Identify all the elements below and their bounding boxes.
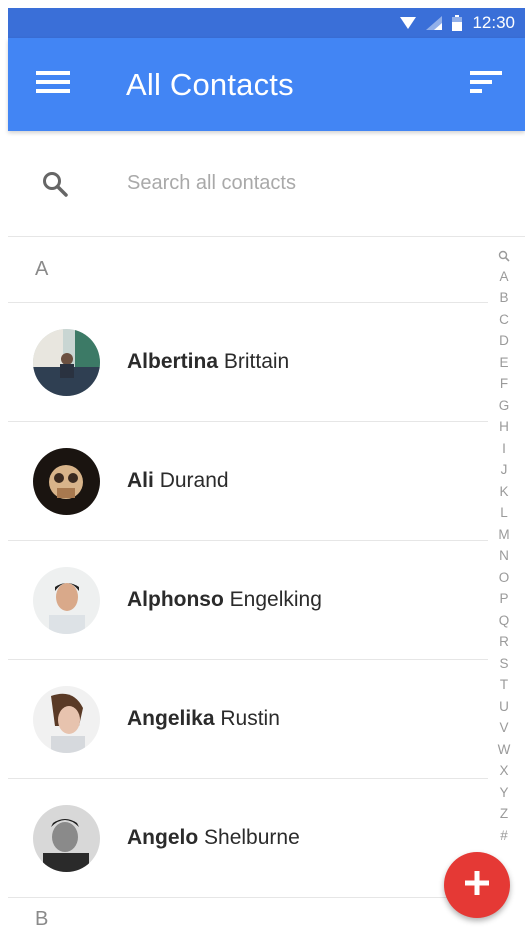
index-letter[interactable]: R [499, 631, 509, 653]
contact-first-name: Angelika [127, 707, 215, 730]
index-letter[interactable]: P [499, 588, 508, 610]
avatar [33, 804, 100, 872]
sort-button[interactable] [463, 62, 509, 108]
battery-icon [452, 15, 463, 31]
contact-row[interactable]: Albertina Brittain [8, 303, 488, 422]
contact-last-name: Rustin [220, 707, 280, 730]
index-letter[interactable]: T [500, 674, 508, 696]
cell-signal-icon [426, 16, 443, 30]
index-letter[interactable]: G [499, 395, 510, 417]
app-bar: All Contacts [8, 38, 525, 131]
search-input[interactable] [127, 172, 447, 195]
add-contact-button[interactable] [444, 852, 510, 918]
index-letter[interactable]: E [499, 352, 508, 374]
search-icon[interactable] [38, 167, 72, 201]
index-letter[interactable]: M [498, 524, 509, 546]
index-letter[interactable]: F [500, 373, 508, 395]
index-letter[interactable]: W [498, 739, 511, 761]
index-letter[interactable]: C [499, 309, 509, 331]
contact-last-name: Durand [159, 469, 229, 492]
menu-button[interactable] [30, 62, 76, 108]
sort-icon [470, 70, 502, 99]
alphabet-index: A B C D E F G H I J K L M N O P Q R S T … [490, 246, 518, 846]
contact-row[interactable]: Angelika Rustin [8, 660, 488, 779]
index-letter[interactable]: Y [499, 782, 508, 804]
avatar [33, 685, 100, 753]
contact-row[interactable]: Angelo Shelburne [8, 779, 488, 898]
contact-name: Angelo Shelburne [127, 826, 300, 850]
index-search-icon[interactable] [498, 246, 510, 266]
index-letter[interactable]: K [499, 481, 508, 503]
contact-name: Angelika Rustin [127, 707, 280, 731]
page-title: All Contacts [126, 66, 294, 102]
index-letter[interactable]: U [499, 696, 509, 718]
contact-last-name: Shelburne [204, 826, 300, 849]
status-time: 12:30 [472, 13, 515, 32]
contact-row[interactable]: Ali Durand [8, 422, 488, 541]
contact-name: Ali Durand [127, 469, 229, 493]
section-header-a: A [8, 237, 488, 303]
index-letter[interactable]: # [500, 825, 508, 847]
index-letter[interactable]: O [499, 567, 510, 589]
index-letter[interactable]: H [499, 416, 509, 438]
avatar [33, 447, 100, 515]
index-letter[interactable]: L [500, 502, 508, 524]
contact-first-name: Alphonso [127, 588, 224, 611]
contact-name: Albertina Brittain [127, 350, 289, 374]
contact-row[interactable]: Alphonso Engelking [8, 541, 488, 660]
contact-last-name: Brittain [223, 350, 290, 373]
index-letter[interactable]: V [499, 717, 508, 739]
index-letter[interactable]: D [499, 330, 509, 352]
contact-first-name: Albertina [127, 350, 219, 373]
index-letter[interactable]: Q [499, 610, 510, 632]
index-letter[interactable]: X [499, 760, 508, 782]
index-letter[interactable]: Z [500, 803, 508, 825]
index-letter[interactable]: B [499, 287, 508, 309]
contact-first-name: Ali [127, 469, 154, 492]
wifi-icon [400, 16, 417, 30]
status-bar: 12:30 [8, 8, 525, 38]
contact-name: Alphonso Engelking [127, 588, 322, 612]
contact-first-name: Angelo [127, 826, 199, 849]
index-letter[interactable]: A [499, 266, 508, 288]
index-letter[interactable]: I [502, 438, 506, 460]
index-letter[interactable]: N [499, 545, 509, 567]
plus-icon [464, 870, 490, 901]
index-letter[interactable]: S [499, 653, 508, 675]
index-letter[interactable]: J [501, 459, 508, 481]
contact-last-name: Engelking [229, 588, 322, 611]
search-bar [8, 131, 525, 237]
avatar [33, 328, 100, 396]
hamburger-menu-icon [36, 70, 70, 99]
section-header-b: B [35, 908, 49, 930]
avatar [33, 566, 100, 634]
